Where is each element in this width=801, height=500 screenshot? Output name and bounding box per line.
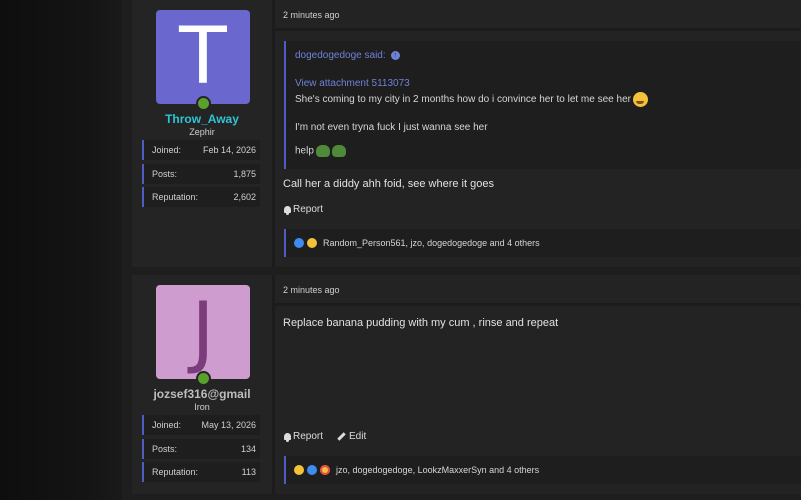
report-button[interactable]: Report — [284, 431, 323, 442]
bell-icon — [284, 433, 291, 442]
post-timestamp[interactable]: 2 minutes ago — [283, 285, 340, 295]
stat-label: Reputation: — [152, 467, 199, 477]
pepe-emoji-icon — [315, 145, 330, 157]
stat-value: 134 — [240, 443, 256, 454]
stat-value: Feb 14, 2026 — [202, 145, 256, 155]
love-reaction-icon — [320, 465, 330, 475]
like-reaction-icon — [307, 465, 317, 475]
post-timestamp[interactable]: 2 minutes ago — [283, 10, 340, 20]
crying-face-icon — [632, 92, 648, 107]
report-label: Report — [293, 431, 324, 442]
stat-joined: Joined: May 13, 2026 — [142, 415, 260, 435]
stat-reputation: Reputation: 2,602 — [142, 187, 260, 207]
laugh-reaction-icon — [294, 465, 304, 475]
post-body: Replace banana pudding with my cum , rin… — [283, 317, 559, 329]
stat-joined: Joined: Feb 14, 2026 — [142, 140, 260, 160]
quote-block: dogedogedoge said: ↑ View attachment 5113… — [284, 41, 801, 169]
jump-to-quote-icon[interactable]: ↑ — [390, 50, 400, 60]
quote-line-text: She's coming to my city in 2 months how … — [295, 94, 631, 106]
stat-reputation: Reputation: 113 — [142, 462, 260, 482]
edit-button[interactable]: Edit — [337, 431, 366, 442]
pencil-icon — [337, 432, 346, 441]
user-title: Iron — [194, 402, 210, 412]
stat-value: 1,875 — [233, 168, 256, 179]
post-user-panel: J jozsef316@gmail Iron Joined: May 13, 2… — [132, 275, 272, 494]
header-divider — [272, 28, 801, 31]
user-stats: Joined: Feb 14, 2026 Posts: 1,875 Reputa… — [142, 140, 260, 211]
username[interactable]: jozsef316@gmail — [132, 387, 272, 401]
stat-posts: Posts: 1,875 — [142, 163, 260, 184]
post-content: 2 minutes ago Replace banana pudding wit… — [272, 275, 801, 494]
user-title: Zephir — [189, 127, 215, 137]
page-side-background — [0, 0, 122, 500]
column-divider — [272, 0, 275, 267]
quote-author-text: dogedogedoge said: — [295, 50, 386, 61]
stat-label: Joined: — [152, 420, 182, 430]
quote-line: help — [295, 145, 346, 157]
user-stats: Joined: May 13, 2026 Posts: 134 Reputati… — [142, 415, 260, 486]
avatar[interactable]: T — [156, 10, 250, 104]
column-divider — [272, 275, 275, 494]
report-button[interactable]: Report — [284, 204, 323, 215]
avatar[interactable]: J — [156, 285, 250, 379]
pepe-emoji-icon — [331, 145, 346, 157]
quote-line-text: help — [295, 145, 314, 157]
stat-value: 113 — [241, 467, 256, 477]
report-label: Report — [293, 204, 324, 215]
attachment-link[interactable]: View attachment 5113073 — [295, 78, 410, 89]
post: T Throw_Away Zephir Joined: Feb 14, 2026… — [132, 0, 801, 267]
avatar-letter: J — [191, 287, 215, 377]
stat-label: Posts: — [152, 168, 178, 179]
reactions-summary[interactable]: jzo, dogedogedoge, LookzMaxxerSyn and 4 … — [336, 465, 539, 475]
stat-label: Reputation: — [152, 192, 199, 202]
post-user-panel: T Throw_Away Zephir Joined: Feb 14, 2026… — [132, 0, 272, 267]
reactions-bar[interactable]: Random_Person561, jzo, dogedogedoge and … — [284, 229, 801, 257]
header-divider — [272, 303, 801, 306]
stat-posts: Posts: 134 — [142, 438, 260, 459]
online-status-indicator — [196, 96, 211, 111]
quote-line: She's coming to my city in 2 months how … — [295, 92, 648, 107]
quote-line: I'm not even tryna fuck I just wanna see… — [295, 122, 488, 133]
stat-label: Posts: — [152, 443, 178, 454]
reactions-bar[interactable]: jzo, dogedogedoge, LookzMaxxerSyn and 4 … — [284, 456, 801, 484]
post-body: Call her a diddy ahh foid, see where it … — [283, 178, 494, 190]
like-reaction-icon — [294, 238, 304, 248]
post: J jozsef316@gmail Iron Joined: May 13, 2… — [132, 275, 801, 494]
stat-value: May 13, 2026 — [201, 420, 256, 430]
stat-value: 2,602 — [233, 192, 256, 202]
reactions-summary[interactable]: Random_Person561, jzo, dogedogedoge and … — [323, 238, 540, 248]
edit-label: Edit — [349, 431, 367, 442]
post-content: 2 minutes ago dogedogedoge said: ↑ View a… — [272, 0, 801, 267]
stat-label: Joined: — [152, 145, 182, 155]
bell-icon — [284, 206, 291, 215]
quote-author[interactable]: dogedogedoge said: ↑ — [295, 50, 400, 61]
laugh-reaction-icon — [307, 238, 317, 248]
username[interactable]: Throw_Away — [132, 112, 272, 126]
avatar-letter: T — [179, 12, 227, 102]
online-status-indicator — [196, 371, 211, 386]
